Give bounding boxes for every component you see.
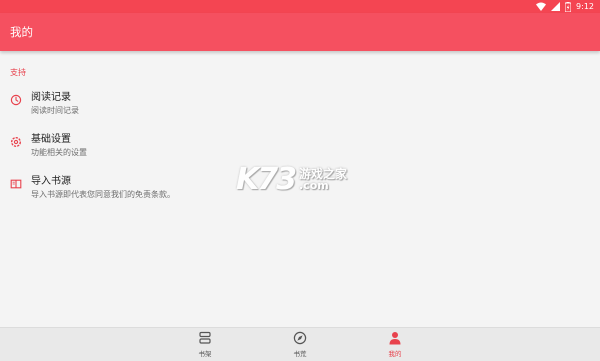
watermark-logo: K73 游戏之家 .com — [236, 162, 347, 197]
status-time: 9:12 — [576, 2, 594, 11]
bottom-navigation: 书架 书荒 我的 — [0, 327, 600, 361]
watermark-com: .com — [299, 179, 329, 192]
page-title: 我的 — [10, 25, 33, 39]
watermark-k73: K73 — [236, 162, 297, 197]
menu-item-subtitle: 导入书源即代表您同意我们的免责条款。 — [31, 190, 175, 199]
menu-item-reading-history[interactable]: 阅读记录 阅读时间记录 — [0, 88, 600, 128]
bookshelf-icon — [199, 331, 211, 344]
clock-icon — [10, 94, 22, 106]
status-bar: 9:12 — [0, 0, 600, 13]
book-icon — [10, 179, 22, 189]
nav-label: 我的 — [388, 350, 402, 358]
menu-item-title: 导入书源 — [31, 176, 71, 187]
menu-item-title: 基础设置 — [31, 134, 71, 145]
nav-label: 书荒 — [293, 350, 307, 358]
nav-item-discover[interactable]: 书荒 — [280, 331, 320, 359]
menu-item-subtitle: 功能相关的设置 — [31, 148, 87, 157]
settings-icon — [10, 136, 22, 148]
signal-icon — [551, 2, 561, 11]
nav-item-mine[interactable]: 我的 — [375, 331, 415, 359]
nav-item-bookshelf[interactable]: 书架 — [185, 331, 225, 359]
app-bar: 我的 — [0, 13, 600, 51]
wifi-icon — [536, 2, 547, 11]
menu-item-subtitle: 阅读时间记录 — [31, 106, 79, 115]
section-title-support: 支持 — [10, 68, 26, 77]
nav-label: 书架 — [198, 350, 212, 358]
battery-icon — [565, 1, 572, 12]
menu-item-title: 阅读记录 — [31, 92, 71, 103]
compass-icon — [293, 331, 307, 345]
person-icon — [389, 332, 401, 345]
